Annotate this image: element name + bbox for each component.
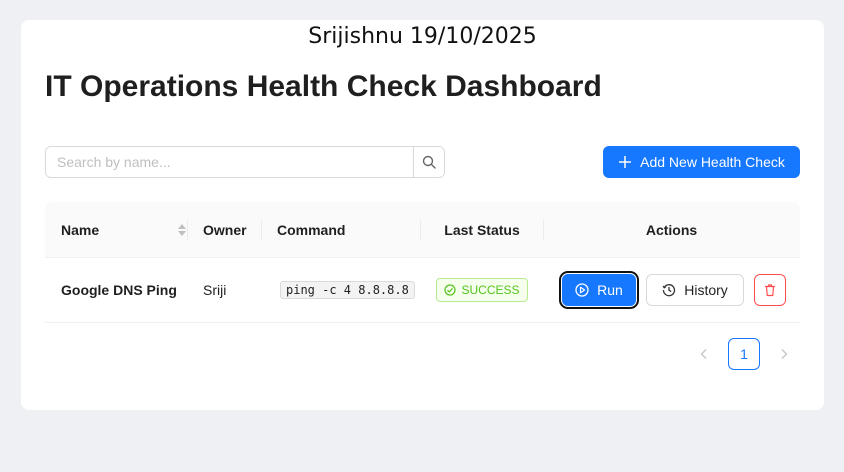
column-header-owner: Owner [203,221,247,238]
pagination-prev[interactable] [688,338,720,370]
history-button-label: History [684,282,728,298]
table-row: Google DNS Ping Sriji ping -c 4 8.8.8.8 … [45,258,800,323]
trash-icon [765,284,775,297]
search-button[interactable] [413,147,444,177]
page-title: IT Operations Health Check Dashboard [45,70,602,103]
search-input[interactable] [46,147,413,177]
column-label-name: Name [61,221,100,238]
health-check-table: Name Owner Command Last Status Actions G… [45,202,800,323]
row-command: ping -c 4 8.8.8.8 [280,281,415,299]
run-button[interactable]: Run [559,271,639,309]
add-health-check-button[interactable]: Add New Health Check [603,146,800,178]
column-header-last-status: Last Status [444,221,520,238]
column-header-actions: Actions [645,221,698,238]
column-divider [187,220,188,240]
dashboard-card: Srijishnu 19/10/2025 IT Operations Healt… [21,20,824,410]
row-status-cell: SUCCESS [420,258,544,322]
row-name: Google DNS Ping [61,282,177,298]
pagination-page[interactable]: 1 [728,338,760,370]
chevron-right-icon [781,349,788,359]
column-header-name[interactable]: Name [61,202,187,257]
check-circle-icon [444,284,457,296]
row-owner: Sriji [203,282,227,298]
search-icon [422,155,436,169]
column-divider [261,220,262,240]
history-icon [662,284,676,297]
pagination-next[interactable] [768,338,800,370]
add-button-label: Add New Health Check [640,154,785,170]
watermark-text: Srijishnu 19/10/2025 [308,24,537,49]
history-button[interactable]: History [646,274,744,306]
play-circle-icon [575,283,589,297]
column-header-command: Command [277,221,346,238]
row-actions: Run History [559,258,786,322]
sort-icon [178,223,186,236]
status-badge: SUCCESS [436,278,528,302]
row-command-cell: ping -c 4 8.8.8.8 [280,258,415,322]
table-header: Name Owner Command Last Status Actions [45,202,800,258]
chevron-left-icon [700,349,707,359]
plus-icon [619,156,632,168]
status-label: SUCCESS [461,283,520,297]
search-bar [45,146,445,178]
run-button-label: Run [597,282,623,298]
delete-button[interactable] [754,274,786,306]
